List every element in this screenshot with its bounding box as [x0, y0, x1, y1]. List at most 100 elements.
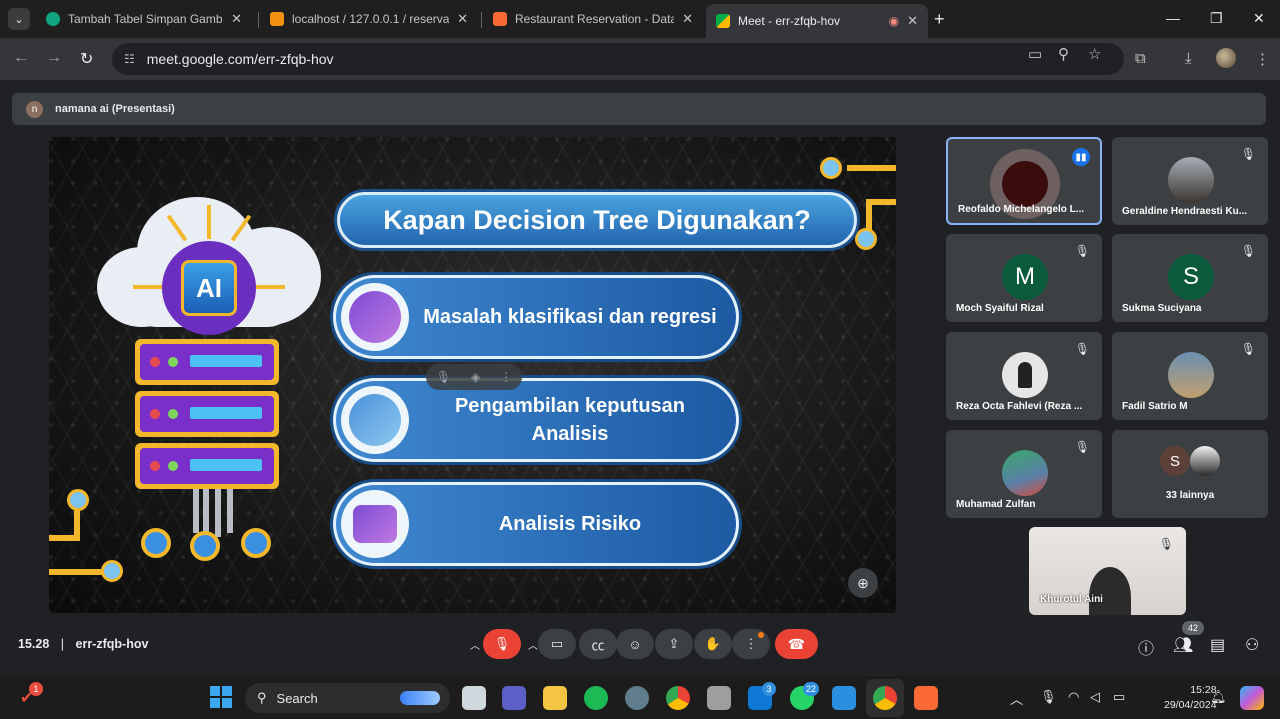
system-clock[interactable]: 15:28 29/04/2024: [1164, 683, 1217, 713]
network-node: [141, 528, 171, 558]
spotify-icon[interactable]: [584, 686, 608, 710]
xampp-icon[interactable]: [914, 686, 938, 710]
participant-tile[interactable]: 🎙︎ Geraldine Hendraesti Ku...: [1112, 137, 1268, 225]
profile-avatar[interactable]: [1216, 48, 1236, 68]
close-window-icon[interactable]: ✕: [1253, 10, 1265, 27]
slide-item-1: Masalah klasifikasi dan regresi: [333, 275, 739, 359]
battery-icon[interactable]: ▭: [1113, 689, 1125, 705]
browser-tab-meet[interactable]: Meet - err-zfqb-hov ◉ ✕: [706, 4, 928, 38]
browser-tab-2[interactable]: localhost / 127.0.0.1 / reservasi ✕: [260, 4, 478, 34]
new-tab-button[interactable]: +: [934, 9, 945, 30]
chrome-icon[interactable]: [666, 686, 690, 710]
zoom-icon[interactable]: ⚲: [1058, 45, 1069, 63]
search-icon: ⚲: [257, 690, 267, 705]
close-tab-icon[interactable]: ✕: [682, 11, 693, 27]
present-button[interactable]: ⇪: [655, 629, 693, 659]
slide-item-3: Analisis Risiko: [333, 482, 739, 566]
server-unit: [135, 443, 279, 489]
zoom-in-button[interactable]: ⊕: [848, 568, 878, 598]
vscode-icon[interactable]: [832, 686, 856, 710]
more-vert-icon: ⋮: [744, 636, 758, 651]
settings-gear-icon[interactable]: [625, 686, 649, 710]
microphone-tray-icon[interactable]: 🎙︎: [1040, 689, 1057, 705]
presentation-hover-controls: 🎙︎ ◈ ⋮: [426, 364, 522, 390]
network-node: [190, 531, 220, 561]
meeting-time: 15.28: [18, 637, 50, 651]
show-hidden-icons-chevron-icon[interactable]: ︿: [1010, 689, 1023, 708]
leave-call-button[interactable]: ☎: [775, 629, 818, 659]
camera-in-use-icon[interactable]: ▭: [1028, 45, 1042, 63]
address-bar[interactable]: ☷ meet.google.com/err-zfqb-hov: [112, 43, 1124, 75]
mic-off-icon[interactable]: 🎙︎: [436, 370, 451, 384]
participant-tile[interactable]: M 🎙︎ Moch Syaiful Rizal: [946, 234, 1102, 322]
avatar: [1168, 352, 1214, 398]
tab-search-chevron-icon[interactable]: ⌄: [8, 8, 30, 30]
tab-divider: [258, 12, 259, 28]
forward-arrow-icon[interactable]: →: [46, 49, 62, 67]
pin-icon[interactable]: ◈: [471, 370, 480, 384]
participant-name: Moch Syaiful Rizal: [956, 303, 1044, 314]
download-icon[interactable]: ⤓: [1185, 50, 1192, 67]
extensions-puzzle-icon[interactable]: ⧉: [1135, 50, 1146, 67]
copilot-icon[interactable]: [1240, 686, 1264, 710]
meeting-details-icon[interactable]: ⓘ: [1138, 635, 1154, 659]
participant-tile[interactable]: 🎙︎ Muhamad Zulfan: [946, 430, 1102, 518]
site-settings-icon[interactable]: ☷: [124, 52, 135, 66]
slide-item-2: Pengambilan keputusan Analisis: [333, 378, 739, 462]
participant-tile[interactable]: S 🎙︎ Sukma Suciyana: [1112, 234, 1268, 322]
more-participants-tile[interactable]: S 33 lainnya: [1112, 430, 1268, 518]
task-view-icon[interactable]: [462, 686, 486, 710]
chat-icon[interactable]: ▤: [1210, 635, 1225, 655]
reload-icon[interactable]: ↻: [80, 49, 93, 69]
outlook-badge: 3: [762, 682, 776, 696]
avatar: S: [1160, 446, 1190, 476]
more-options-button[interactable]: ⋮: [732, 629, 770, 659]
clock-time: 15:28: [1190, 684, 1217, 696]
chrome-profile-icon[interactable]: [873, 686, 897, 710]
close-tab-icon[interactable]: ✕: [231, 11, 242, 27]
reactions-button[interactable]: ☺: [616, 629, 654, 659]
volume-icon[interactable]: ◁: [1090, 689, 1100, 705]
server-wire: [215, 489, 221, 537]
browser-tab-strip: ⌄ Tambah Tabel Simpan Gambar ✕ localhost…: [0, 0, 1280, 38]
participant-tile[interactable]: 🎙︎ Reza Octa Fahlevi (Reza ...: [946, 332, 1102, 420]
participant-tile[interactable]: ▮▮ Reofaldo Michelangelo L...: [946, 137, 1102, 225]
activities-icon[interactable]: ⚇: [1245, 635, 1259, 655]
participant-tile[interactable]: 🎙︎ Fadil Satrio M: [1112, 332, 1268, 420]
browser-tab-3[interactable]: Restaurant Reservation - Data R ✕: [483, 4, 703, 34]
restore-window-icon[interactable]: ❐: [1210, 10, 1223, 27]
mic-toggle-button[interactable]: 🎙︎: [483, 629, 521, 659]
wifi-icon[interactable]: ◠: [1068, 689, 1079, 705]
camera-app-icon[interactable]: [707, 686, 731, 710]
audio-options-chevron-icon[interactable]: ︿: [470, 637, 480, 652]
circuit-node: [820, 157, 842, 179]
self-video-silhouette: [1089, 567, 1131, 615]
browser-tab-1[interactable]: Tambah Tabel Simpan Gambar ✕: [36, 4, 252, 34]
self-view-tile[interactable]: 🎙︎ Khurotul Aini: [1029, 527, 1186, 615]
circuit-book-icon: [341, 386, 409, 454]
search-label: Search: [276, 690, 318, 706]
camera-toggle-button[interactable]: ▭: [538, 629, 576, 659]
avatar: S: [1168, 254, 1214, 300]
captions-button[interactable]: ㏄: [579, 629, 617, 659]
bookmark-star-icon[interactable]: ☆: [1088, 45, 1101, 63]
video-options-chevron-icon[interactable]: ︿: [528, 637, 538, 652]
close-tab-icon[interactable]: ✕: [457, 11, 468, 27]
file-explorer-icon[interactable]: [543, 686, 567, 710]
more-options-icon[interactable]: ⋮: [500, 370, 512, 384]
mic-muted-icon: 🎙︎: [1158, 537, 1174, 551]
taskbar-search-box[interactable]: ⚲ Search: [245, 683, 450, 713]
minimize-window-icon[interactable]: —: [1166, 10, 1180, 26]
windows-start-icon[interactable]: [210, 686, 232, 708]
avatar: [1190, 446, 1220, 476]
close-tab-icon[interactable]: ✕: [907, 13, 918, 29]
back-arrow-icon[interactable]: ←: [13, 49, 29, 67]
ai-chip-illustration: AI: [162, 241, 256, 335]
avatar: [1002, 450, 1048, 496]
url-text[interactable]: meet.google.com/err-zfqb-hov: [147, 51, 334, 67]
teams-chat-icon[interactable]: [502, 686, 526, 710]
raise-hand-button[interactable]: ✋: [694, 629, 732, 659]
browser-menu-icon[interactable]: ⋮: [1255, 50, 1270, 68]
participant-name: Fadil Satrio M: [1122, 401, 1188, 412]
people-icon[interactable]: 👥︎: [1173, 635, 1193, 655]
